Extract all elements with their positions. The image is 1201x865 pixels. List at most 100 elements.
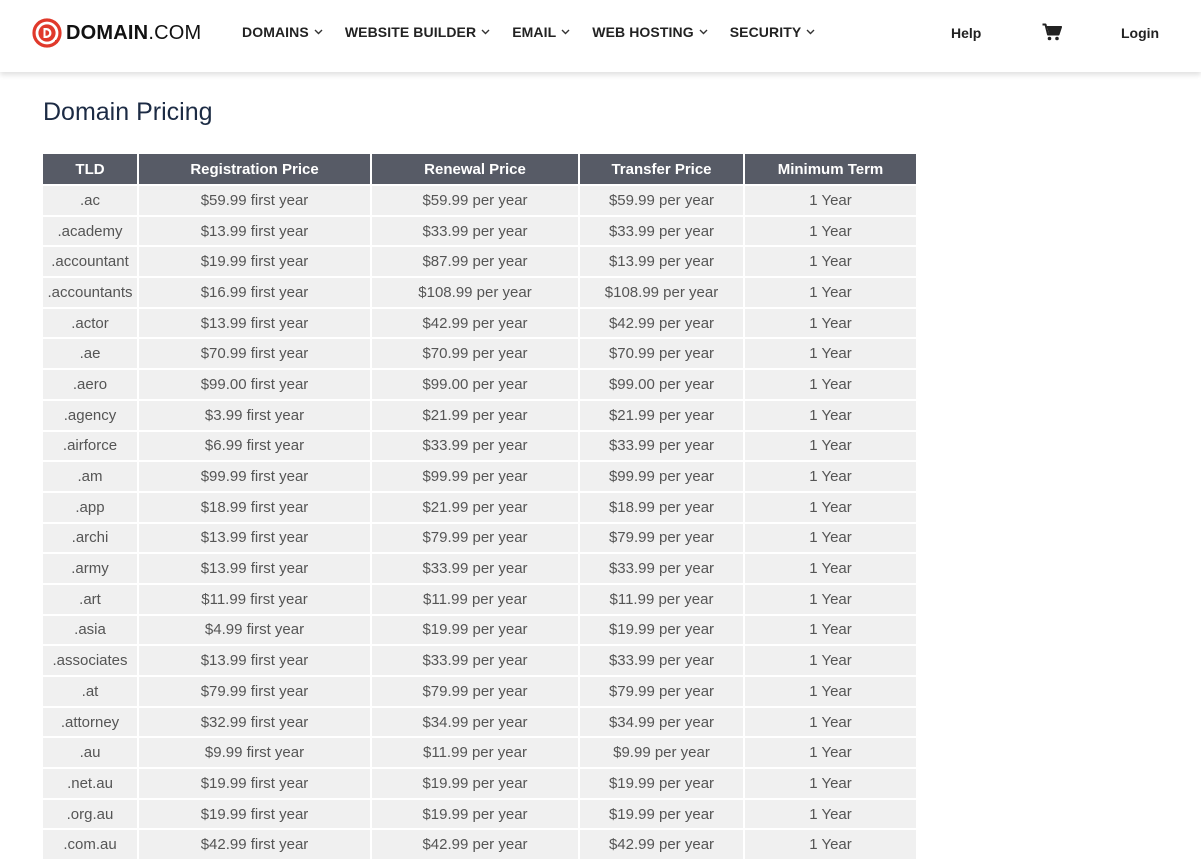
registration-price-cell: $11.99 first year	[137, 582, 372, 616]
table-row: .agency $3.99 first year $21.99 per year $2…	[43, 398, 918, 432]
table-row: .au $9.99 first year $11.99 per year $9.99 …	[43, 736, 918, 770]
transfer-price-cell: $19.99 per year	[578, 613, 745, 647]
tld-cell: .airforce	[43, 429, 139, 463]
transfer-price-cell: $11.99 per year	[578, 582, 745, 616]
renewal-price-cell: $33.99 per year	[370, 552, 580, 585]
registration-price-cell: $99.00 first year	[137, 368, 372, 401]
registration-price-cell: $32.99 first year	[137, 705, 372, 739]
domain-logo-icon	[32, 18, 62, 48]
nav-security[interactable]: SECURITY	[730, 24, 816, 40]
transfer-price-cell: $18.99 per year	[578, 490, 745, 524]
tld-cell: .ac	[43, 184, 139, 217]
renewal-price-cell: $70.99 per year	[370, 337, 580, 371]
minimum-term-cell: 1 Year	[743, 767, 918, 800]
transfer-price-cell: $79.99 per year	[578, 521, 745, 555]
registration-price-cell: $19.99 first year	[137, 245, 372, 279]
table-row: .academy $13.99 first year $33.99 per year…	[43, 214, 918, 248]
registration-price-cell: $19.99 first year	[137, 797, 372, 831]
registration-price-cell: $3.99 first year	[137, 398, 372, 432]
table-row: .associates $13.99 first year $33.99 per y…	[43, 644, 918, 677]
renewal-price-cell: $33.99 per year	[370, 429, 580, 463]
page-title: Domain Pricing	[43, 98, 213, 126]
tld-cell: .asia	[43, 613, 139, 647]
registration-price-cell: $79.99 first year	[137, 675, 372, 708]
tld-cell: .am	[43, 460, 139, 493]
transfer-price-cell: $99.99 per year	[578, 460, 745, 493]
nav-domains[interactable]: DOMAINS	[242, 24, 323, 40]
registration-price-cell: $13.99 first year	[137, 552, 372, 585]
login-link[interactable]: Login	[1121, 25, 1159, 41]
minimum-term-cell: 1 Year	[743, 245, 918, 279]
registration-price-cell: $18.99 first year	[137, 490, 372, 524]
chevron-down-icon	[806, 29, 815, 35]
transfer-price-cell: $33.99 per year	[578, 644, 745, 677]
domain-pricing-table: TLD Registration Price Renewal Price Tra…	[43, 154, 918, 862]
renewal-price-cell: $59.99 per year	[370, 184, 580, 217]
tld-cell: .agency	[43, 398, 139, 432]
minimum-term-cell: 1 Year	[743, 490, 918, 524]
registration-price-cell: $4.99 first year	[137, 613, 372, 647]
registration-price-cell: $99.99 first year	[137, 460, 372, 493]
tld-cell: .associates	[43, 644, 139, 677]
tld-cell: .army	[43, 552, 139, 585]
tld-cell: .au	[43, 736, 139, 770]
logo-brand: DOMAIN	[66, 21, 149, 44]
minimum-term-cell: 1 Year	[743, 184, 918, 217]
chevron-down-icon	[699, 29, 708, 35]
nav-website-builder[interactable]: WEBSITE BUILDER	[345, 24, 490, 40]
minimum-term-cell: 1 Year	[743, 644, 918, 677]
minimum-term-cell: 1 Year	[743, 368, 918, 401]
renewal-price-cell: $19.99 per year	[370, 613, 580, 647]
cart-icon[interactable]	[1042, 23, 1062, 41]
registration-price-cell: $6.99 first year	[137, 429, 372, 463]
header-registration-price: Registration Price	[137, 154, 372, 186]
registration-price-cell: $19.99 first year	[137, 767, 372, 800]
transfer-price-cell: $99.00 per year	[578, 368, 745, 401]
renewal-price-cell: $42.99 per year	[370, 306, 580, 340]
table-row: .army $13.99 first year $33.99 per year $33…	[43, 552, 918, 585]
help-link[interactable]: Help	[951, 25, 981, 41]
transfer-price-cell: $33.99 per year	[578, 552, 745, 585]
nav-email[interactable]: EMAIL	[512, 24, 570, 40]
transfer-price-cell: $21.99 per year	[578, 398, 745, 432]
table-row: .airforce $6.99 first year $33.99 per year…	[43, 429, 918, 463]
renewal-price-cell: $33.99 per year	[370, 214, 580, 248]
table-row: .accountant $19.99 first year $87.99 per y…	[43, 245, 918, 279]
registration-price-cell: $13.99 first year	[137, 306, 372, 340]
tld-cell: .academy	[43, 214, 139, 248]
renewal-price-cell: $11.99 per year	[370, 736, 580, 770]
table-row: .asia $4.99 first year $19.99 per year $19.…	[43, 613, 918, 647]
table-row: .am $99.99 first year $99.99 per year $99.9…	[43, 460, 918, 493]
minimum-term-cell: 1 Year	[743, 705, 918, 739]
site-header: DOMAIN.COM DOMAINS WEBSITE BUILDER EMAIL…	[0, 0, 1201, 72]
minimum-term-cell: 1 Year	[743, 398, 918, 432]
transfer-price-cell: $79.99 per year	[578, 675, 745, 708]
renewal-price-cell: $87.99 per year	[370, 245, 580, 279]
nav-email-label: EMAIL	[512, 24, 557, 40]
minimum-term-cell: 1 Year	[743, 613, 918, 647]
table-row: .actor $13.99 first year $42.99 per year $4…	[43, 306, 918, 340]
tld-cell: .accountant	[43, 245, 139, 279]
renewal-price-cell: $108.99 per year	[370, 276, 580, 309]
nav-website-builder-label: WEBSITE BUILDER	[344, 24, 477, 40]
header-renewal-price: Renewal Price	[370, 154, 580, 186]
registration-price-cell: $9.99 first year	[137, 736, 372, 770]
tld-cell: .attorney	[43, 705, 139, 739]
renewal-price-cell: $79.99 per year	[370, 675, 580, 708]
registration-price-cell: $13.99 first year	[137, 644, 372, 677]
minimum-term-cell: 1 Year	[743, 797, 918, 831]
tld-cell: .accountants	[43, 276, 139, 309]
registration-price-cell: $42.99 first year	[137, 828, 372, 862]
table-row: .org.au $19.99 first year $19.99 per year $…	[43, 797, 918, 831]
domain-com-logo[interactable]: DOMAIN.COM	[32, 18, 201, 48]
transfer-price-cell: $108.99 per year	[578, 276, 745, 309]
minimum-term-cell: 1 Year	[743, 306, 918, 340]
renewal-price-cell: $19.99 per year	[370, 767, 580, 800]
transfer-price-cell: $33.99 per year	[578, 214, 745, 248]
table-row: .attorney $32.99 first year $34.99 per yea…	[43, 705, 918, 739]
renewal-price-cell: $19.99 per year	[370, 797, 580, 831]
minimum-term-cell: 1 Year	[743, 552, 918, 585]
registration-price-cell: $59.99 first year	[137, 184, 372, 217]
nav-web-hosting[interactable]: WEB HOSTING	[592, 24, 708, 40]
renewal-price-cell: $34.99 per year	[370, 705, 580, 739]
